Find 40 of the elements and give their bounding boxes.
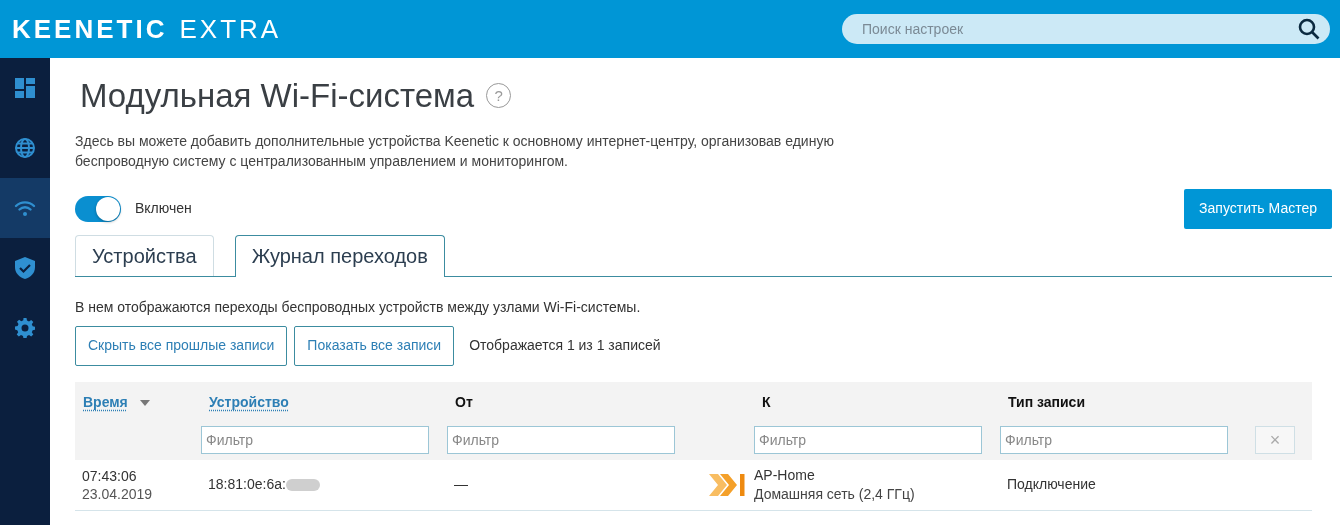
search-icon[interactable] [1298,18,1320,40]
access-point-name: AP-Home [754,465,816,485]
from-text: — [454,476,468,493]
description: Здесь вы можете добавить дополнительные устройства Keenetic к основному интернет-центру, организовав единую беспроводную систему с централизованным управлением и мониторингом. [75,131,835,171]
filter-field[interactable]: Фильтр [201,425,429,454]
column-header[interactable]: Время [83,393,128,410]
log-note: В нем отображаются переходы беспроводных устройств между узлами Wi-Fi-системы. [75,297,642,317]
transition-arrow-icon [709,473,745,496]
tab[interactable]: Журнал переходов [234,234,445,277]
model-name: EXTRA [179,16,282,42]
toggle-switch[interactable] [75,195,121,222]
shield-icon [15,257,35,279]
sort-icon[interactable] [139,399,150,406]
search-field[interactable]: Поиск настроек [842,14,1330,44]
clear-button[interactable]: × [1255,425,1295,454]
record-count: Отображается 1 из 1 записей [469,336,661,356]
time-text: 07:43:06 [82,466,138,485]
wizard-button[interactable]: Запустить Мастер [1184,188,1332,229]
wifi-icon [14,199,36,217]
brand-logo: KEENETIC [12,16,168,42]
dashboard-icon [15,78,35,98]
column-header: От [455,393,473,410]
globe-icon [14,137,36,159]
sidebar-item[interactable] [0,178,50,238]
filter-field[interactable]: Фильтр [754,425,982,454]
page-title: Модульная Wi-Fi-система [80,76,475,116]
column-header[interactable]: Устройство [209,393,289,410]
date-text: 23.04.2019 [82,484,154,503]
record-type: Подключение [1007,476,1096,493]
outline-button[interactable]: Скрыть все прошлые записи [75,325,288,366]
column-header: К [762,393,771,410]
outline-button[interactable]: Показать все записи [294,325,455,366]
tab[interactable]: Устройства [75,234,214,276]
filter-field[interactable]: Фильтр [447,425,675,454]
filter-field[interactable]: Фильтр [1000,425,1228,454]
network-name: Домашняя сеть (2,4 ГГц) [754,484,916,504]
device-address: 18:81:0e:6a: [208,476,286,493]
settings-icon [15,318,35,338]
toggle-label: Включен [135,199,192,219]
column-header: Тип записи [1008,393,1085,410]
